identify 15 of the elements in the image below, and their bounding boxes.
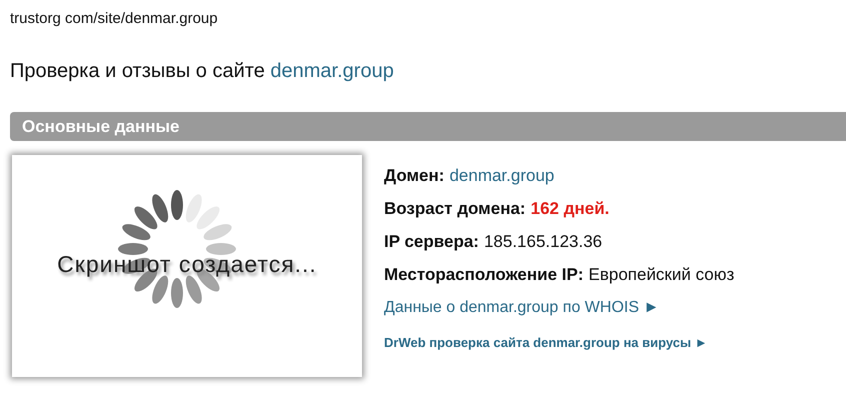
info-value: 185.165.123.36: [484, 232, 602, 252]
placeholder-caption: Скриншот создается...: [57, 250, 317, 278]
info-value: 162 дней.: [530, 198, 610, 218]
info-value: Европейский союз: [588, 264, 734, 284]
page-url: trustorg com/site/denmar.group: [9, 9, 219, 29]
info-label: IP сервера:: [384, 232, 479, 252]
page-heading: Проверка и отзывы о сайте: [10, 60, 266, 82]
report-link[interactable]: DrWeb проверка сайта denmar.group на вирусы ►: [384, 334, 708, 350]
domain-link[interactable]: denmar.group: [449, 166, 554, 186]
section-title: Основные данные: [21, 116, 180, 136]
info-label: Домен:: [384, 166, 444, 186]
report-link[interactable]: Данные о denmar.group по WHOIS ►: [384, 299, 660, 317]
info-label: Месторасположение IP:: [384, 264, 584, 284]
info-label: Возраст домена:: [384, 198, 526, 218]
site-link[interactable]: denmar.group: [270, 60, 394, 82]
